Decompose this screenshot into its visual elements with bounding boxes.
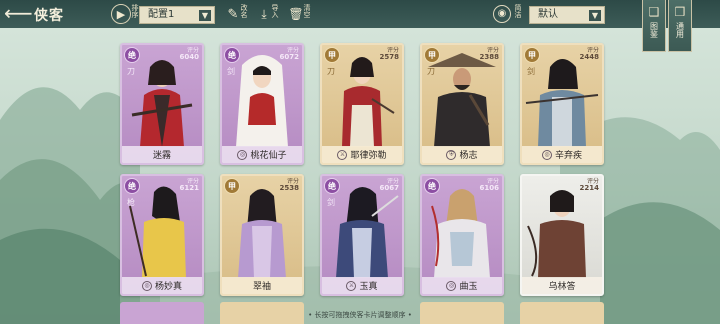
hero-name: 玉真 (359, 282, 378, 292)
weapon-type: 剑 (327, 198, 335, 207)
grade-badge: 绝 (124, 47, 140, 63)
hero-name-plate: ◎ 曲玉 (422, 277, 502, 294)
score-value: 6072 (279, 53, 299, 61)
hero-card[interactable]: 甲 剑 评分 2448 ◎ 辛弃疾 (520, 43, 604, 165)
hero-card[interactable]: 绝 剑 评分 6072 ◎ 桃花仙子 (220, 43, 304, 165)
weapon-type: 刀 (127, 67, 135, 76)
score-value: 6121 (179, 184, 199, 192)
hero-card[interactable]: 绝 刀 评分 6040 迷霧 (120, 43, 204, 165)
eye-icon[interactable]: ◉ (493, 5, 511, 23)
score-value: 6040 (179, 53, 199, 61)
grade-badge: 绝 (324, 178, 340, 194)
weapon-type: 剑 (527, 67, 535, 76)
grade-badge: 甲 (524, 47, 540, 63)
chevron-down-icon: ▼ (199, 10, 211, 21)
tab-handbook[interactable]: ❑ 图鉴 (642, 0, 666, 52)
score-block: 评分 6040 (180, 47, 199, 61)
book-icon: ❑ (648, 5, 660, 19)
hero-name: 翠袖 (252, 282, 271, 292)
hero-name-plate: ◎ 桃花仙子 (222, 146, 302, 163)
import-label: 导入 (271, 4, 279, 18)
swirl-icon: ◎ (237, 149, 248, 160)
hero-card-grid: 绝 刀 评分 6040 迷霧 绝 剑 评分 6072 ◎ 桃花仙子 甲 刀 评分… (0, 0, 720, 324)
hero-card[interactable]: 绝 评分 6106 ◎ 曲玉 (420, 174, 504, 296)
swirl-icon: ◎ (446, 280, 457, 291)
hero-name: 迷霧 (152, 151, 171, 161)
score-value: 2538 (279, 184, 299, 192)
hero-name-plate: 乌林答 (522, 277, 602, 294)
hero-name-plate: ◎ 杨妙真 (122, 277, 202, 294)
score-value: 6106 (479, 184, 499, 192)
swirl-icon: ◎ (541, 149, 552, 160)
sword-icon: ⚔ (337, 149, 348, 160)
score-block: 评分 2578 (380, 47, 399, 61)
grade-badge: 甲 (424, 47, 440, 63)
drag-hint: • 长按可拖拽侠客卡片调整顺序 • (308, 311, 412, 319)
hero-name: 曲玉 (459, 282, 478, 292)
hero-name-plate: ⛨ 杨志 (422, 146, 502, 163)
grade-badge: 甲 (324, 47, 340, 63)
filter-dropdown[interactable]: 默认 ▼ (529, 6, 605, 24)
weapon-type: 刀 (427, 67, 435, 76)
score-value: 6067 (379, 184, 399, 192)
clear-label: 清空 (303, 4, 311, 18)
hero-name-plate: ⚔ 玉真 (322, 277, 402, 294)
score-block: 评分 6121 (180, 178, 199, 192)
hero-card[interactable]: 甲 刀 评分 2388 ⛨ 杨志 (420, 43, 504, 165)
sword-icon: ⚔ (346, 280, 357, 291)
score-block: 评分 6067 (380, 178, 399, 192)
score-block: 评分 2448 (580, 47, 599, 61)
grade-badge: 绝 (424, 178, 440, 194)
shield-icon: ⛨ (446, 149, 457, 160)
score-value: 2448 (579, 53, 599, 61)
score-block: 评分 2214 (580, 178, 599, 192)
grade-badge: 甲 (224, 178, 240, 194)
score-value: 2214 (579, 184, 599, 192)
score-block: 评分 6072 (280, 47, 299, 61)
hero-name: 杨妙真 (154, 282, 182, 292)
hero-name-plate: ◎ 辛弃疾 (522, 146, 602, 163)
weapon-type: 刀 (327, 67, 335, 76)
hero-name: 杨志 (459, 151, 478, 161)
weapon-type: 剑 (227, 67, 235, 76)
score-block: 评分 2388 (480, 47, 499, 61)
tab-general[interactable]: ❒ 通用 (668, 0, 692, 52)
sort-label: 排序 (131, 4, 139, 18)
score-value: 2578 (379, 53, 399, 61)
hero-card[interactable]: 甲 刀 评分 2578 ⚔ 耶律弥勒 (320, 43, 404, 165)
hero-name-plate: ⚔ 耶律弥勒 (322, 146, 402, 163)
grade-badge: 绝 (124, 178, 140, 194)
top-bar: ⟵ 侠客 ▶ 排序 配置1 ▼ ✎ 改名 ⤓ 导入 🗑 清空 ◉ 简洁 默认 ▼ (0, 0, 720, 28)
filter-value: 默认 (538, 9, 558, 20)
config-value: 配置1 (148, 9, 175, 20)
score-block: 评分 2538 (280, 178, 299, 192)
tab-handbook-label: 图鉴 (649, 22, 659, 38)
score-block: 评分 6106 (480, 178, 499, 192)
chevron-down-icon: ▼ (589, 10, 601, 21)
config-dropdown[interactable]: 配置1 ▼ (139, 6, 215, 24)
hero-card[interactable]: 评分 2214 乌林答 (520, 174, 604, 296)
hero-name: 耶律弥勒 (350, 151, 387, 161)
weapon-type: 枪 (127, 198, 135, 207)
page-title: 侠客 (34, 8, 64, 24)
hero-card[interactable]: 甲 评分 2538 翠袖 (220, 174, 304, 296)
back-arrow-icon[interactable]: ⟵ (4, 3, 33, 24)
hero-name: 乌林答 (548, 282, 576, 292)
score-value: 2388 (479, 53, 499, 61)
hero-card[interactable]: 绝 剑 评分 6067 ⚔ 玉真 (320, 174, 404, 296)
edit-label: 改名 (240, 4, 248, 18)
hero-name: 辛弃疾 (554, 151, 582, 161)
hero-card[interactable]: 绝 枪 评分 6121 ◎ 杨妙真 (120, 174, 204, 296)
hero-name: 桃花仙子 (250, 151, 287, 161)
simple-label: 简洁 (514, 4, 522, 18)
sort-play-button[interactable]: ▶ (111, 4, 131, 24)
hero-name-plate: 迷霧 (122, 146, 202, 163)
swirl-icon: ◎ (141, 280, 152, 291)
hero-name-plate: 翠袖 (222, 277, 302, 294)
tab-general-label: 通用 (675, 22, 685, 38)
grade-badge: 绝 (224, 47, 240, 63)
scroll-icon: ❒ (674, 5, 686, 19)
